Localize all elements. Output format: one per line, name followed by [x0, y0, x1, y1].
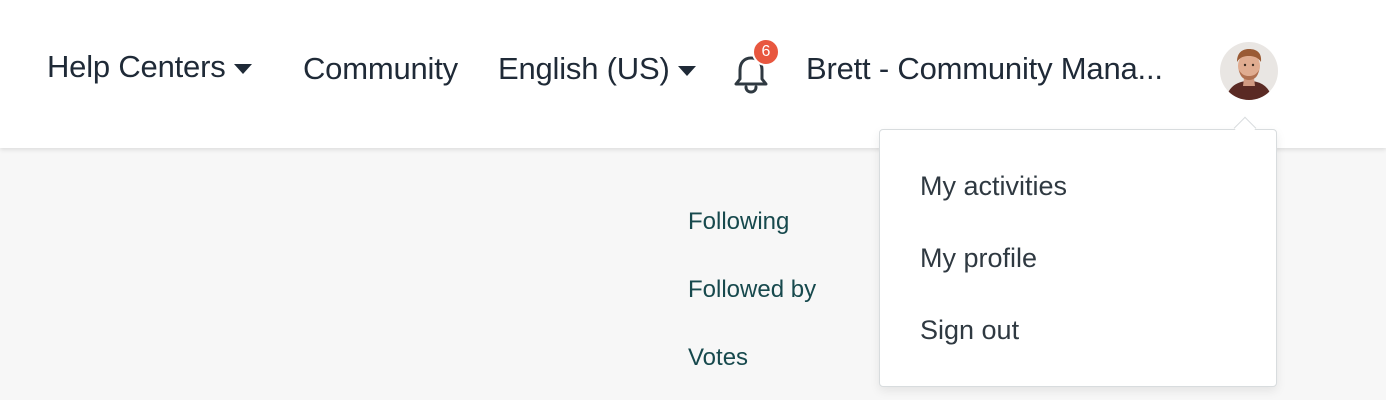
following-link[interactable]: Following: [688, 208, 789, 236]
language-selector[interactable]: English (US): [498, 48, 696, 90]
notification-count-badge: 6: [752, 38, 780, 66]
user-menu-toggle[interactable]: Brett - Community Mana...: [806, 48, 1163, 90]
votes-link[interactable]: Votes: [688, 344, 748, 372]
avatar-image: [1220, 42, 1278, 100]
language-label: English (US): [498, 51, 670, 86]
community-link[interactable]: Community: [303, 48, 458, 90]
caret-down-icon: [677, 66, 696, 76]
community-label: Community: [303, 51, 458, 86]
menu-item-my-profile[interactable]: My profile: [920, 243, 1037, 274]
top-navigation-bar: Help Centers Community English (US) 6 Br…: [0, 0, 1386, 148]
followed-by-link[interactable]: Followed by: [688, 276, 816, 304]
avatar[interactable]: [1220, 42, 1278, 100]
menu-item-my-activities[interactable]: My activities: [920, 171, 1067, 202]
menu-item-sign-out[interactable]: Sign out: [920, 315, 1019, 346]
user-dropdown-menu: My activities My profile Sign out: [879, 129, 1277, 387]
user-name-label: Brett - Community Mana...: [806, 51, 1163, 86]
caret-down-icon: [233, 64, 252, 74]
help-centers-label: Help Centers: [47, 49, 226, 84]
help-centers-dropdown[interactable]: Help Centers: [47, 46, 252, 88]
